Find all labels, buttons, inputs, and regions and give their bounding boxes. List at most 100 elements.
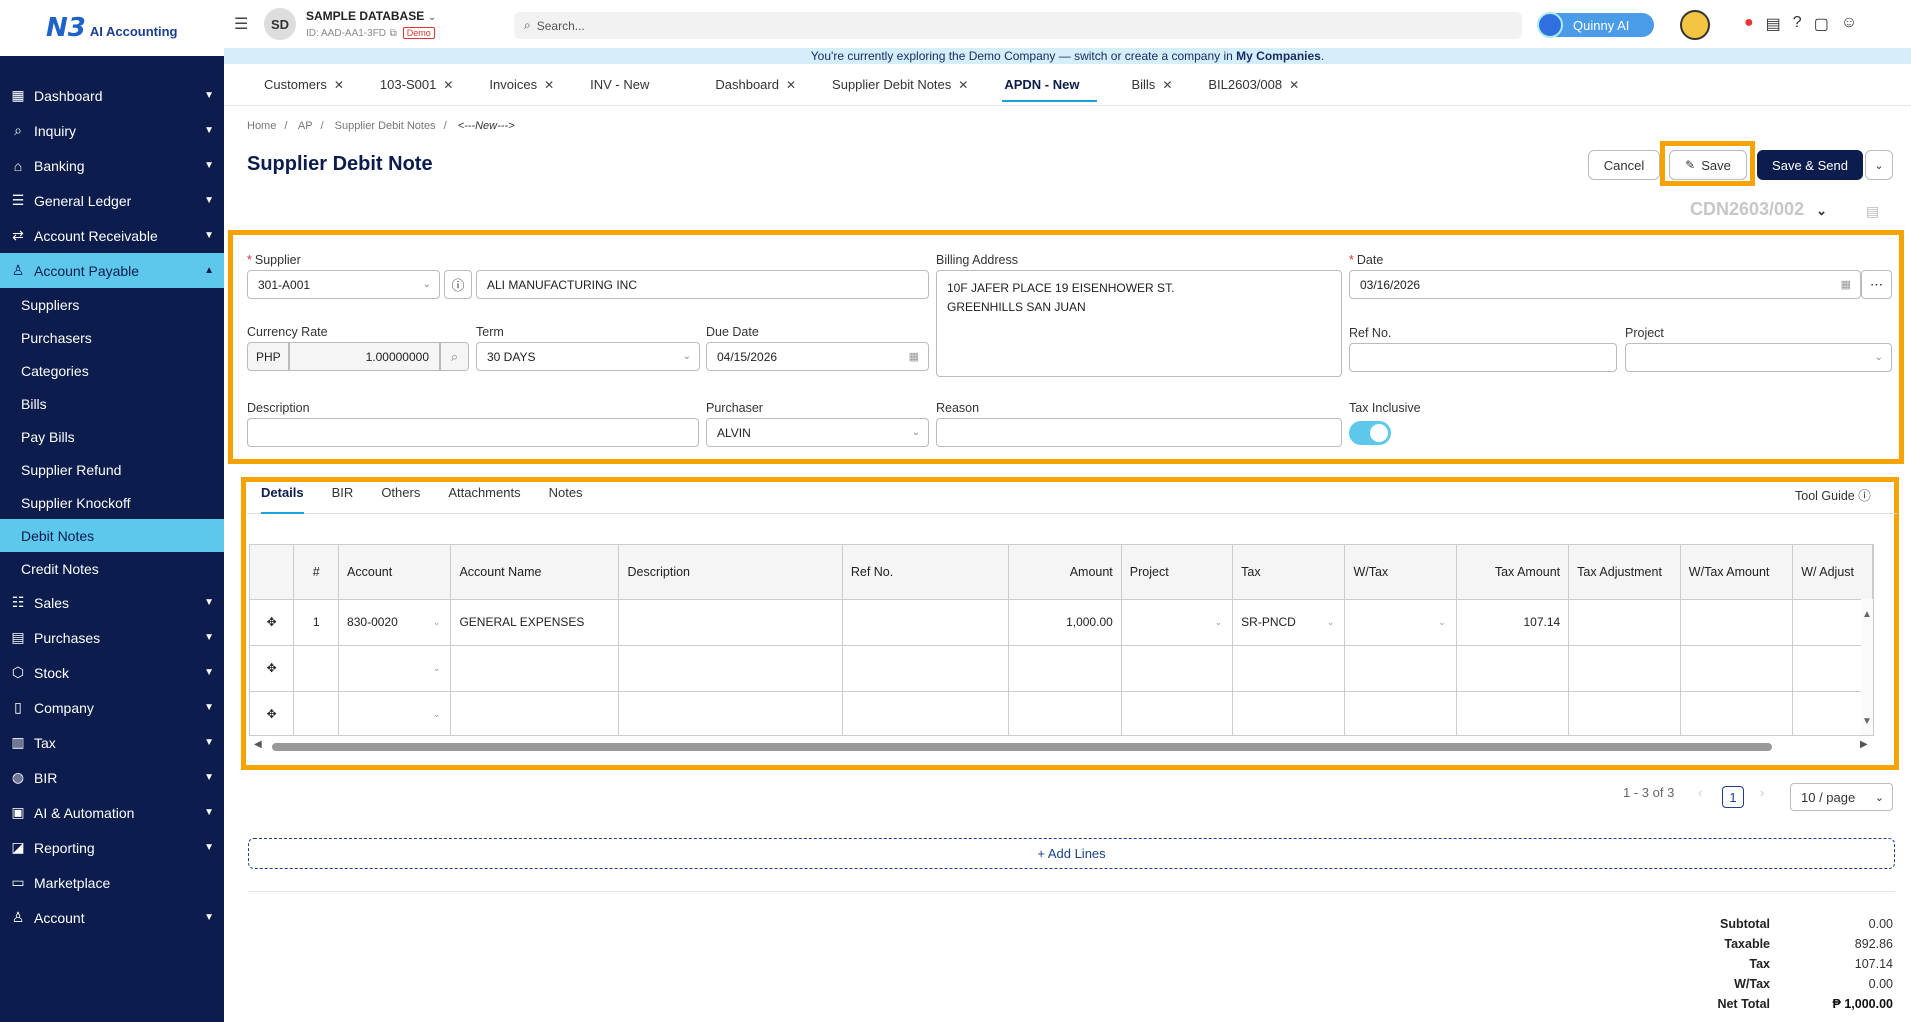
date-field[interactable]: 03/16/2026 ▦	[1349, 270, 1861, 299]
sidebar-subitem-purchasers[interactable]: Purchasers	[0, 321, 224, 354]
wtax-cell[interactable]	[1344, 691, 1457, 735]
add-lines-button[interactable]: + Add Lines	[248, 838, 1895, 869]
lock-icon[interactable]: ▢	[1814, 14, 1829, 34]
tab-attachments[interactable]: Attachments	[434, 481, 534, 514]
user-avatar-icon[interactable]: ☺	[1841, 14, 1857, 34]
tab-supplier-debit-notes[interactable]: Supplier Debit Notes ✕	[814, 64, 986, 106]
info-icon[interactable]: ⓘ	[444, 270, 472, 299]
tab-details[interactable]: Details	[247, 481, 318, 514]
tax-adjustment-cell[interactable]	[1568, 599, 1681, 646]
search-input[interactable]: ⌕ Search...	[514, 12, 1522, 39]
tax-adjustment-cell[interactable]	[1568, 645, 1681, 692]
wtax-select[interactable]: ⌄	[1344, 599, 1457, 646]
document-number[interactable]: CDN2603/002 ⌄	[1690, 199, 1827, 220]
ref-no-cell[interactable]	[842, 599, 1010, 646]
sidebar-item-stock[interactable]: ⬡ Stock ▼	[0, 655, 224, 690]
tab-apdn-new[interactable]: APDN - New	[986, 64, 1113, 106]
save-button[interactable]: ✎ Save	[1669, 150, 1747, 180]
wtax-amount-cell[interactable]	[1680, 691, 1794, 735]
tab-bills[interactable]: Bills ✕	[1113, 64, 1190, 106]
drag-handle-icon[interactable]: ✥	[250, 645, 295, 692]
logo[interactable]: N3 AI Accounting	[0, 0, 224, 56]
project-cell[interactable]	[1121, 645, 1234, 692]
ref-no-cell[interactable]	[842, 645, 1010, 692]
purchaser-select[interactable]: ALVIN ⌄	[706, 418, 929, 447]
supplier-code-select[interactable]: 301-A001 ⌄	[247, 270, 440, 299]
ref-no-input[interactable]	[1349, 343, 1617, 372]
close-icon[interactable]: ✕	[958, 78, 968, 92]
copy-icon[interactable]: ⧉	[390, 28, 397, 39]
project-select[interactable]: ⌄	[1625, 343, 1892, 372]
sidebar-item-reporting[interactable]: ◪ Reporting ▼	[0, 830, 224, 865]
project-cell[interactable]	[1121, 691, 1234, 735]
tab-103-s001[interactable]: 103-S001 ✕	[362, 64, 471, 106]
breadcrumb-supplier-debit-notes[interactable]: Supplier Debit Notes	[335, 120, 436, 132]
sidebar-item-tax[interactable]: ▥ Tax ▼	[0, 725, 224, 760]
drag-handle-icon[interactable]: ✥	[250, 599, 295, 646]
tab-invoices[interactable]: Invoices ✕	[471, 64, 572, 106]
scroll-up-icon[interactable]: ▲	[1862, 609, 1872, 620]
sidebar-subitem-suppliers[interactable]: Suppliers	[0, 288, 224, 321]
amount-cell[interactable]: 1,000.00	[1008, 599, 1122, 646]
tab-others[interactable]: Others	[367, 481, 434, 514]
close-icon[interactable]: ✕	[334, 78, 344, 92]
supplier-name-field[interactable]: ALI MANUFACTURING INC	[476, 270, 929, 299]
more-actions-button[interactable]: ⌄	[1865, 150, 1893, 180]
prev-page-icon[interactable]: ‹	[1698, 785, 1702, 800]
sidebar-item-account[interactable]: ♙ Account ▼	[0, 900, 224, 935]
tax-inclusive-toggle[interactable]	[1349, 421, 1391, 445]
ref-no-cell[interactable]	[842, 691, 1010, 735]
tool-guide-link[interactable]: Tool Guide ⓘ	[1795, 485, 1871, 504]
save-send-button[interactable]: Save & Send	[1757, 150, 1863, 180]
tax-amount-cell[interactable]	[1456, 691, 1570, 735]
wtax-cell[interactable]	[1344, 645, 1457, 692]
sidebar-item-banking[interactable]: ⌂ Banking ▼	[0, 148, 224, 183]
due-date-field[interactable]: 04/15/2026 ▦	[706, 342, 929, 371]
scroll-down-icon[interactable]: ▼	[1862, 716, 1872, 727]
horizontal-scrollbar[interactable]: ◀ ▶	[254, 739, 1868, 753]
next-page-icon[interactable]: ›	[1760, 785, 1764, 800]
breadcrumb-ap[interactable]: AP	[298, 120, 313, 132]
notification-icon[interactable]: ●	[1744, 14, 1754, 34]
close-icon[interactable]: ✕	[786, 78, 796, 92]
tab-customers[interactable]: Customers ✕	[224, 64, 362, 106]
close-icon[interactable]: ✕	[1162, 78, 1172, 92]
tab-bil2603-008[interactable]: BIL2603/008 ✕	[1190, 64, 1317, 106]
sidebar-subitem-supplier-refund[interactable]: Supplier Refund	[0, 453, 224, 486]
tab-dashboard[interactable]: Dashboard ✕	[697, 64, 814, 106]
page-size-select[interactable]: 10 / page ⌄	[1790, 783, 1893, 811]
sidebar-subitem-pay-bills[interactable]: Pay Bills	[0, 420, 224, 453]
close-icon[interactable]: ✕	[544, 78, 554, 92]
tab-bir[interactable]: BIR	[318, 481, 368, 514]
account-select[interactable]: ⌄	[338, 645, 452, 692]
sidebar-item-bir[interactable]: ◍ BIR ▼	[0, 760, 224, 795]
breadcrumb-home[interactable]: Home	[247, 120, 276, 132]
sidebar-item-marketplace[interactable]: ▭ Marketplace	[0, 865, 224, 900]
amount-cell[interactable]	[1008, 691, 1122, 735]
close-icon[interactable]: ✕	[1289, 78, 1299, 92]
help-icon[interactable]: ?	[1793, 14, 1802, 34]
account-select[interactable]: ⌄	[338, 691, 452, 735]
rate-field[interactable]: 1.00000000	[289, 342, 440, 371]
sidebar-subitem-categories[interactable]: Categories	[0, 354, 224, 387]
sidebar-item-purchases[interactable]: ▤ Purchases ▼	[0, 620, 224, 655]
store-icon[interactable]: ▤	[1766, 14, 1781, 34]
sidebar-subitem-supplier-knockoff[interactable]: Supplier Knockoff	[0, 486, 224, 519]
vertical-scrollbar[interactable]: ▲ ▼	[1861, 599, 1873, 735]
reason-input[interactable]	[936, 418, 1342, 447]
database-selector[interactable]: SAMPLE DATABASE ⌄ ID: AAD-AA1-3FD ⧉ Demo	[306, 8, 436, 40]
calendar-icon[interactable]: ▦	[909, 350, 919, 363]
menu-collapse-icon[interactable]: ☰	[234, 14, 254, 34]
project-select[interactable]: ⌄	[1121, 599, 1234, 646]
sidebar-item-company[interactable]: ▯ Company ▼	[0, 690, 224, 725]
drag-handle-icon[interactable]: ✥	[250, 691, 295, 735]
tax-amount-cell[interactable]: 107.14	[1456, 599, 1570, 646]
my-companies-link[interactable]: My Companies	[1236, 49, 1321, 63]
sidebar-item-account-payable[interactable]: ♙ Account Payable ▲	[0, 253, 224, 288]
avatar[interactable]: SD	[264, 8, 296, 40]
tax-cell[interactable]	[1232, 691, 1346, 735]
wtax-amount-cell[interactable]	[1680, 599, 1794, 646]
amount-cell[interactable]	[1008, 645, 1122, 692]
assistant-avatar-icon[interactable]	[1680, 10, 1710, 40]
tax-select[interactable]: SR-PNCD ⌄	[1232, 599, 1346, 646]
